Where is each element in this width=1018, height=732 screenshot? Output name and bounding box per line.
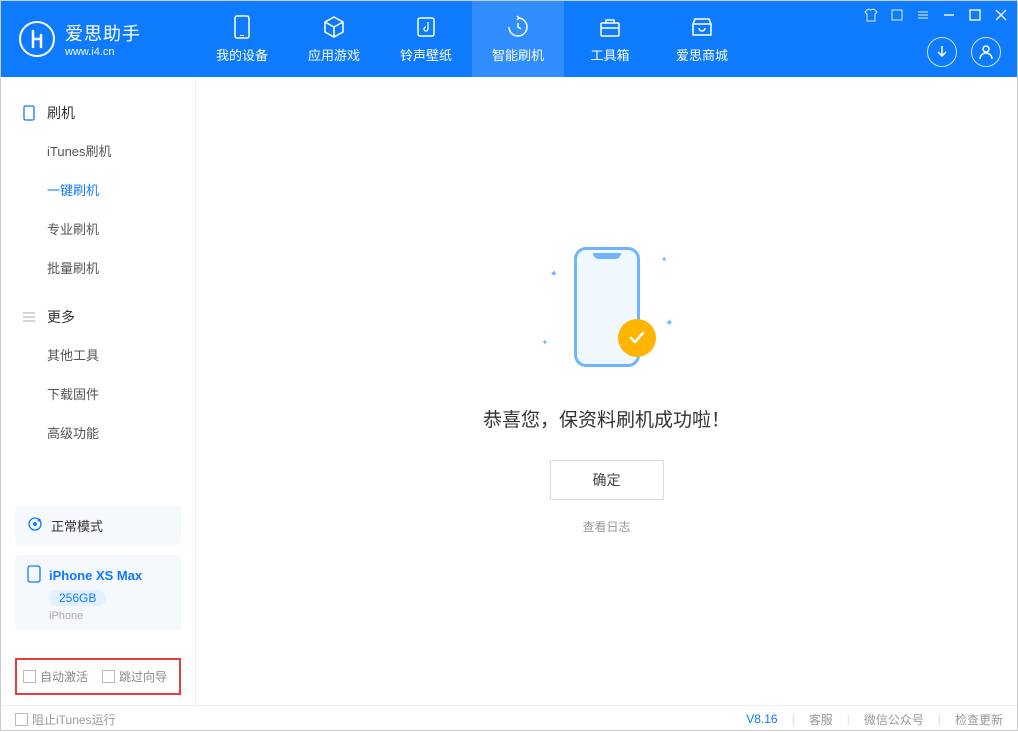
toolbox-icon bbox=[598, 15, 622, 39]
user-icon[interactable] bbox=[971, 37, 1001, 67]
ok-button[interactable]: 确定 bbox=[550, 460, 664, 500]
sidebar-item-other[interactable]: 其他工具 bbox=[1, 335, 195, 374]
view-log-link[interactable]: 查看日志 bbox=[582, 518, 630, 535]
minimize-icon[interactable] bbox=[941, 7, 957, 23]
store-icon bbox=[690, 15, 714, 39]
update-link[interactable]: 检查更新 bbox=[955, 711, 1003, 728]
app-url: www.i4.cn bbox=[65, 46, 141, 58]
device-name: iPhone XS Max bbox=[49, 568, 142, 583]
nav-tab-label: 铃声壁纸 bbox=[400, 45, 452, 64]
mode-label: 正常模式 bbox=[51, 516, 103, 535]
menu-icon[interactable] bbox=[915, 7, 931, 23]
sidebar-item-oneclick[interactable]: 一键刷机 bbox=[1, 170, 195, 209]
window-icon[interactable] bbox=[889, 7, 905, 23]
sidebar-group-title: 更多 bbox=[47, 307, 75, 327]
maximize-icon[interactable] bbox=[967, 7, 983, 23]
main-content: ✦✦✦✦ 恭喜您，保资料刷机成功啦！ 确定 查看日志 bbox=[196, 77, 1017, 705]
shirt-icon[interactable] bbox=[863, 7, 879, 23]
sidebar-item-pro[interactable]: 专业刷机 bbox=[1, 209, 195, 248]
success-illustration: ✦✦✦✦ bbox=[532, 247, 682, 377]
nav-tab-store[interactable]: 爱思商城 bbox=[656, 1, 748, 77]
wechat-link[interactable]: 微信公众号 bbox=[864, 711, 924, 728]
nav-tab-toolbox[interactable]: 工具箱 bbox=[564, 1, 656, 77]
check-badge-icon bbox=[618, 319, 656, 357]
music-icon bbox=[414, 15, 438, 39]
sidebar-group-title: 刷机 bbox=[47, 103, 75, 123]
app-logo-icon bbox=[19, 21, 55, 57]
refresh-icon bbox=[506, 15, 530, 39]
block-itunes-checkbox[interactable]: 阻止iTunes运行 bbox=[15, 711, 116, 728]
mode-box[interactable]: 正常模式 bbox=[15, 506, 181, 545]
nav-tab-flash[interactable]: 智能刷机 bbox=[472, 1, 564, 77]
nav-tabs: 我的设备 应用游戏 铃声壁纸 智能刷机 工具箱 爱思商城 bbox=[196, 1, 748, 77]
version-label: V8.16 bbox=[746, 712, 777, 726]
phone-icon bbox=[21, 105, 37, 121]
sidebar-item-batch[interactable]: 批量刷机 bbox=[1, 248, 195, 287]
app-name: 爱思助手 bbox=[65, 20, 141, 46]
list-icon bbox=[21, 309, 37, 325]
sidebar-item-advanced[interactable]: 高级功能 bbox=[1, 413, 195, 452]
storage-badge: 256GB bbox=[49, 590, 106, 606]
footer: 阻止iTunes运行 V8.16 | 客服 | 微信公众号 | 检查更新 bbox=[1, 705, 1017, 732]
sidebar: 刷机 iTunes刷机 一键刷机 专业刷机 批量刷机 更多 其他工具 下载固件 … bbox=[1, 77, 196, 705]
skip-guide-checkbox[interactable]: 跳过向导 bbox=[102, 668, 167, 685]
cube-icon bbox=[322, 15, 346, 39]
device-icon bbox=[230, 15, 254, 39]
sidebar-group-more: 更多 bbox=[1, 299, 195, 335]
nav-tab-ringtones[interactable]: 铃声壁纸 bbox=[380, 1, 472, 77]
sidebar-group-flash: 刷机 bbox=[1, 95, 195, 131]
window-controls bbox=[863, 7, 1009, 23]
nav-tab-device[interactable]: 我的设备 bbox=[196, 1, 288, 77]
nav-tab-apps[interactable]: 应用游戏 bbox=[288, 1, 380, 77]
highlighted-options: 自动激活 跳过向导 bbox=[15, 658, 181, 695]
header-right-icons bbox=[927, 37, 1001, 67]
device-type: iPhone bbox=[49, 610, 169, 622]
nav-tab-label: 工具箱 bbox=[590, 45, 629, 64]
sidebar-item-itunes[interactable]: iTunes刷机 bbox=[1, 131, 195, 170]
auto-activate-checkbox[interactable]: 自动激活 bbox=[23, 668, 88, 685]
success-message: 恭喜您，保资料刷机成功啦！ bbox=[483, 405, 730, 432]
app-header: 爱思助手 www.i4.cn 我的设备 应用游戏 铃声壁纸 智能刷机 工具箱 爱… bbox=[1, 1, 1017, 77]
mode-icon bbox=[27, 516, 43, 535]
nav-tab-label: 智能刷机 bbox=[492, 45, 544, 64]
support-link[interactable]: 客服 bbox=[809, 711, 833, 728]
download-icon[interactable] bbox=[927, 37, 957, 67]
device-box[interactable]: iPhone XS Max 256GB iPhone bbox=[15, 555, 181, 630]
nav-tab-label: 爱思商城 bbox=[676, 45, 728, 64]
sidebar-item-firmware[interactable]: 下载固件 bbox=[1, 374, 195, 413]
logo-area: 爱思助手 www.i4.cn bbox=[1, 20, 196, 58]
phone-small-icon bbox=[27, 565, 41, 586]
close-icon[interactable] bbox=[993, 7, 1009, 23]
nav-tab-label: 应用游戏 bbox=[308, 45, 360, 64]
nav-tab-label: 我的设备 bbox=[216, 45, 268, 64]
